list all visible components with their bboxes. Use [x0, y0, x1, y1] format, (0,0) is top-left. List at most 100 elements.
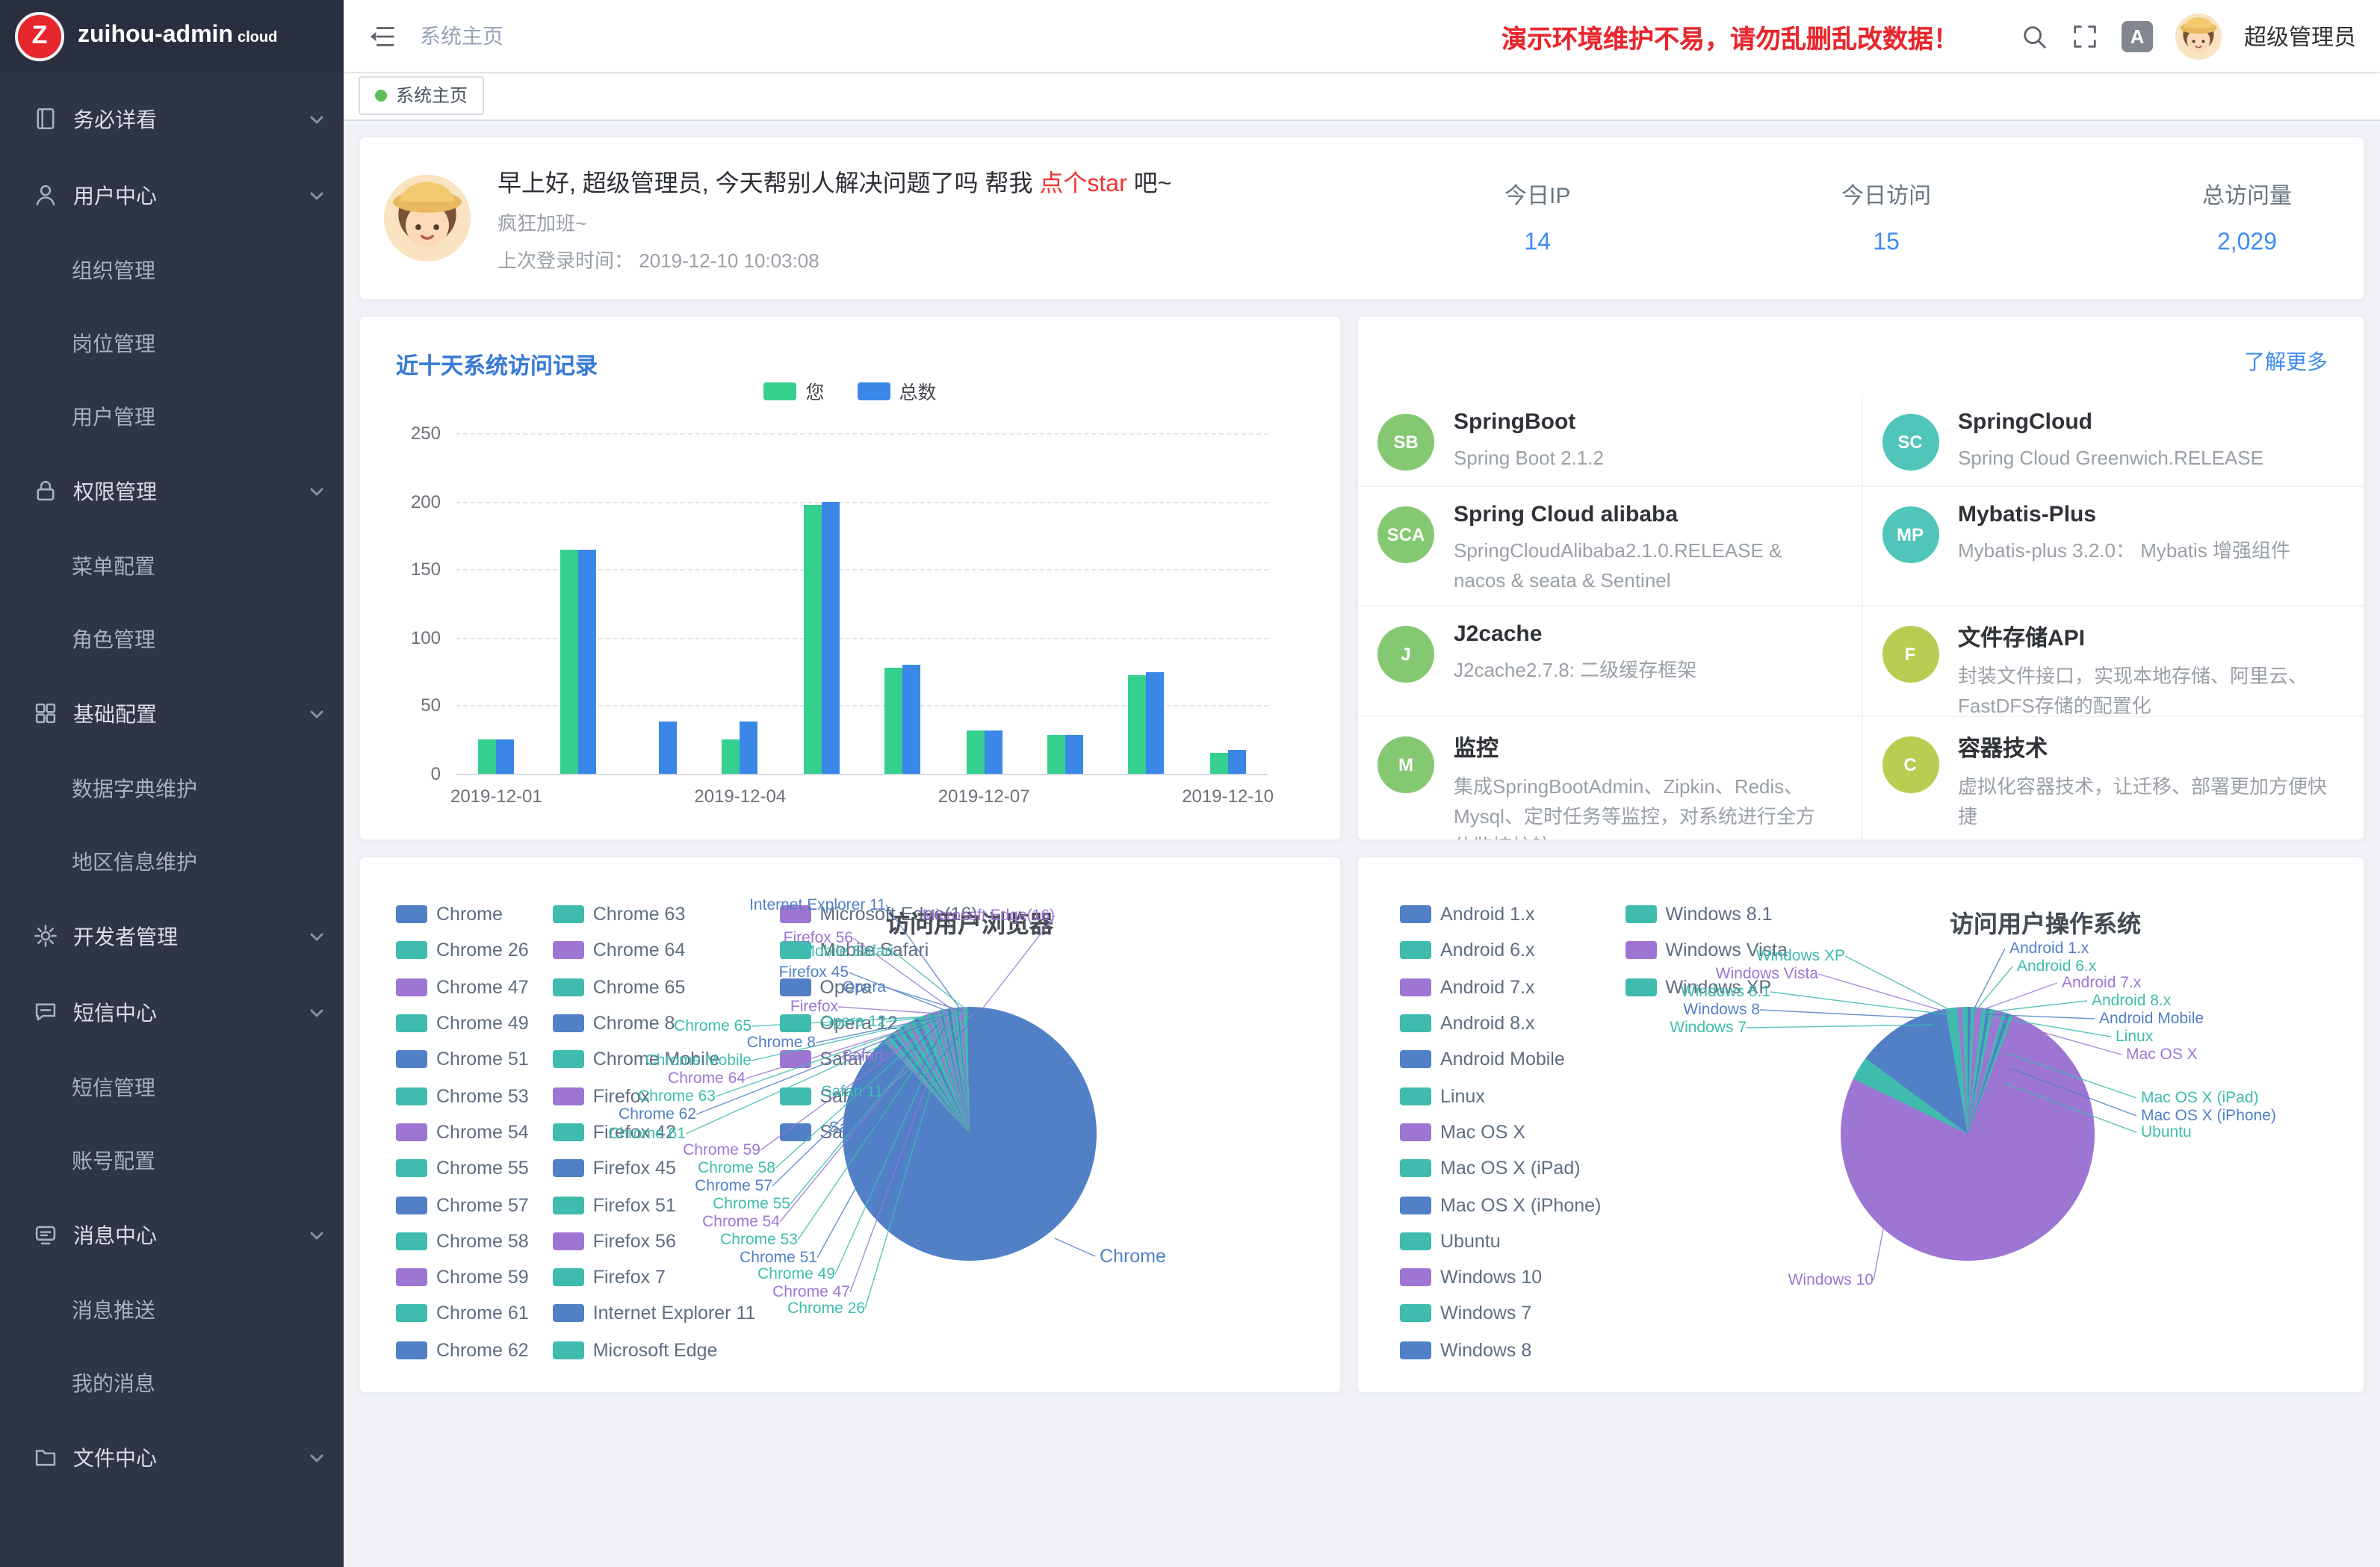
legend-item[interactable]: Chrome 55 [396, 1150, 529, 1187]
visits-chart-card: 近十天系统访问记录 您总数 0501001502002502019-12-012… [359, 315, 1342, 841]
legend-item[interactable]: Mac OS X (iPhone) [1400, 1187, 1601, 1223]
search-icon[interactable] [2020, 22, 2048, 50]
legend-item[interactable]: Chrome 58 [396, 1223, 529, 1259]
legend-item[interactable]: Opera [779, 969, 977, 1005]
legend-item[interactable]: Android 6.x [1400, 933, 1601, 969]
sidebar-item-6[interactable]: 消息中心 [0, 1197, 344, 1273]
sidebar-item-4[interactable]: 开发者管理 [0, 898, 344, 974]
legend-item[interactable]: Ubuntu [1400, 1223, 1601, 1259]
legend-item[interactable]: Firefox 51 [553, 1187, 756, 1223]
legend-item[interactable]: Microsoft Edge [553, 1332, 756, 1368]
legend-item[interactable]: Firefox 7 [553, 1259, 756, 1296]
sidebar-subitem-label: 组织管理 [72, 255, 326, 285]
feature-texts: Spring Cloud alibabaSpringCloudAlibaba2.… [1454, 502, 1834, 597]
sidebar-subitem-2-0[interactable]: 菜单配置 [0, 529, 344, 602]
legend-item[interactable]: Firefox 42 [553, 1114, 756, 1151]
sidebar-item-label: 短信中心 [73, 997, 308, 1027]
sidebar-subitem-6-1[interactable]: 我的消息 [0, 1346, 344, 1419]
legend-swatch [396, 905, 427, 923]
legend-item[interactable]: Android 1.x [1400, 896, 1601, 933]
legend-label: Windows 8 [1440, 1339, 1531, 1360]
sidebar-subitem-5-0[interactable]: 短信管理 [0, 1050, 344, 1123]
sidebar-subitem-5-1[interactable]: 账号配置 [0, 1123, 344, 1197]
legend-swatch [553, 1159, 584, 1177]
sidebar-subitem-3-1[interactable]: 地区信息维护 [0, 825, 344, 898]
logo: Z zuihou-admincloud [0, 0, 344, 72]
legend-item[interactable]: Windows 8 [1400, 1332, 1601, 1368]
sidebar-subitem-label: 我的消息 [72, 1368, 326, 1397]
legend-item[interactable]: Windows 7 [1400, 1296, 1601, 1332]
legend-swatch [1400, 1159, 1431, 1177]
legend-item[interactable]: Windows 10 [1400, 1259, 1601, 1296]
feature-item-3: MPMybatis-PlusMybatis-plus 3.2.0： Mybati… [1861, 487, 2364, 606]
sidebar-item-3[interactable]: 基础配置 [0, 675, 344, 751]
tab-home[interactable]: 系统主页 [359, 76, 484, 115]
legend-item[interactable]: Windows XP [1625, 969, 1788, 1005]
legend-item[interactable]: Firefox 45 [553, 1150, 756, 1187]
legend-item[interactable]: Chrome 65 [553, 969, 756, 1005]
legend-item[interactable]: Chrome 57 [396, 1187, 529, 1223]
sidebar-subitem-3-0[interactable]: 数据字典维护 [0, 751, 344, 825]
legend-swatch [396, 1159, 427, 1177]
current-user-name[interactable]: 超级管理员 [2244, 20, 2356, 52]
legend-item[interactable]: Chrome 62 [396, 1332, 529, 1368]
os-pie[interactable] [1841, 1007, 2095, 1261]
legend-item[interactable]: Chrome [396, 896, 529, 933]
legend-label: Chrome 61 [436, 1303, 529, 1324]
legend-swatch [396, 1305, 427, 1323]
sidebar-item-7[interactable]: 文件中心 [0, 1419, 344, 1495]
legend-item[interactable]: Internet Explorer 11 [553, 1296, 756, 1332]
sidebar-subitem-1-2[interactable]: 用户管理 [0, 379, 344, 453]
legend-item[interactable]: Chrome 54 [396, 1114, 529, 1151]
feature-title: 容器技术 [1958, 732, 2337, 763]
sidebar-item-1[interactable]: 用户中心 [0, 157, 344, 233]
legend-item[interactable]: Chrome 51 [396, 1041, 529, 1078]
legend-item[interactable]: Linux [1400, 1078, 1601, 1114]
legend-label: Chrome 63 [593, 904, 686, 925]
legend-label: Chrome 54 [436, 1122, 529, 1143]
legend-label: Firefox 51 [593, 1194, 676, 1215]
sidebar-item-5[interactable]: 短信中心 [0, 974, 344, 1050]
sidebar-subitem-6-0[interactable]: 消息推送 [0, 1273, 344, 1346]
legend-item[interactable]: Chrome 47 [396, 969, 529, 1005]
star-link[interactable]: 点个star [1039, 172, 1127, 197]
legend-item[interactable]: Android 8.x [1400, 1005, 1601, 1042]
sidebar-subitem-1-0[interactable]: 组织管理 [0, 233, 344, 306]
learn-more-link[interactable]: 了解更多 [2244, 347, 2328, 376]
fullscreen-icon[interactable] [2071, 22, 2099, 50]
legend-item[interactable]: Chrome 61 [396, 1296, 529, 1332]
avatar[interactable] [2175, 13, 2222, 59]
legend-item[interactable]: Mac OS X (iPad) [1400, 1150, 1601, 1187]
legend-item[interactable]: Chrome 59 [396, 1259, 529, 1296]
legend-item[interactable]: Android 7.x [1400, 969, 1601, 1005]
legend-item[interactable]: Chrome 8 [553, 1005, 756, 1042]
legend-swatch [553, 905, 584, 923]
feature-item-5: F文件存储API封装文件接口，实现本地存储、阿里云、FastDFS存储的配置化 [1861, 606, 2364, 717]
legend-item[interactable]: Firefox [553, 1078, 756, 1114]
legend-item[interactable]: Chrome 26 [396, 933, 529, 969]
legend-label: Internet Explorer 11 [593, 1303, 756, 1324]
legend-item[interactable]: Chrome Mobile [553, 1041, 756, 1078]
legend-item[interactable]: Firefox 56 [553, 1223, 756, 1259]
legend-item[interactable]: Windows Vista [1625, 933, 1788, 969]
legend-label: Mac OS X (iPad) [1440, 1158, 1581, 1179]
legend-label: Chrome 57 [436, 1194, 529, 1215]
legend-item[interactable]: Chrome 49 [396, 1005, 529, 1042]
legend-item[interactable]: Mac OS X [1400, 1114, 1601, 1151]
legend-swatch [1625, 978, 1656, 996]
legend-item[interactable]: Android Mobile [1400, 1041, 1601, 1078]
feature-title: Spring Cloud alibaba [1454, 502, 1834, 527]
sidebar-item-2[interactable]: 权限管理 [0, 453, 344, 529]
legend-item[interactable]: Chrome 64 [553, 933, 756, 969]
sidebar-subitem-1-1[interactable]: 岗位管理 [0, 306, 344, 379]
legend-item[interactable]: Chrome 63 [553, 896, 756, 933]
menu-collapse-icon[interactable] [368, 22, 396, 50]
sidebar-subitem-2-1[interactable]: 角色管理 [0, 602, 344, 675]
font-size-icon[interactable]: A [2122, 20, 2153, 52]
browser-pie[interactable] [843, 1007, 1097, 1261]
legend-item[interactable]: Windows 8.1 [1625, 896, 1788, 933]
sidebar-item-0[interactable]: 务必详看 [0, 81, 344, 157]
gridline [456, 501, 1268, 503]
legend-item[interactable]: Chrome 53 [396, 1078, 529, 1114]
feature-texts: 监控集成SpringBootAdmin、Zipkin、Redis、Mysql、定… [1454, 732, 1834, 841]
